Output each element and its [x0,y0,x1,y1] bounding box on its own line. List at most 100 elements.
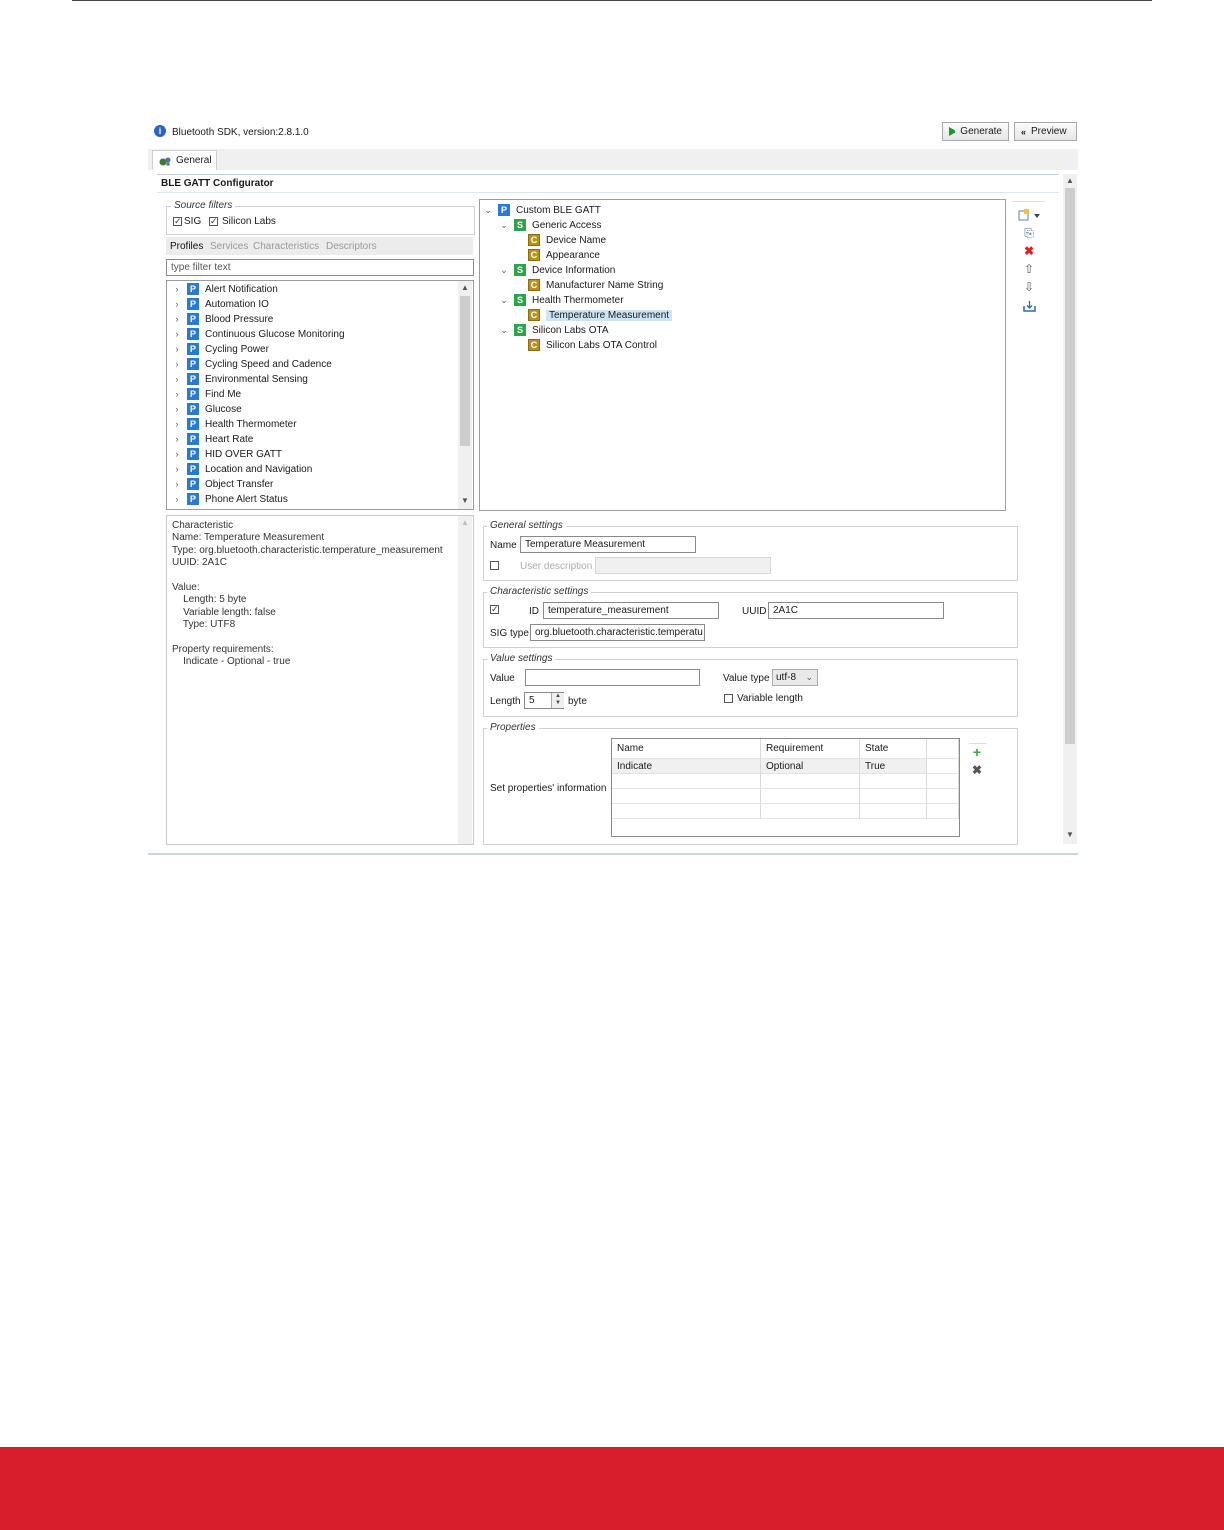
sig-filter[interactable]: ✓ SIG [173,216,201,227]
scroll-down-icon[interactable]: ▼ [1066,830,1074,839]
main-scrollbar[interactable]: ▲ ▼ [1063,174,1077,844]
profiles-scrollbar[interactable]: ▲ ▼ [458,281,472,509]
chevron-down-icon: ⌄ [500,219,508,230]
profile-list-item[interactable]: › P Health Thermometer [173,418,297,430]
copy-icon[interactable]: ⎘ [1022,226,1036,240]
tab-general[interactable]: General [152,150,217,170]
profile-list-item[interactable]: › P Object Transfer [173,478,273,490]
tree-service-item[interactable]: ⌄ S Device Information [500,264,615,276]
name-field[interactable]: Temperature Measurement [520,536,696,553]
id-field[interactable]: temperature_measurement [543,602,719,619]
sig-type-field[interactable]: org.bluetooth.characteristic.temperatu [530,624,705,641]
scroll-up-icon[interactable]: ▲ [1066,176,1074,185]
move-down-icon[interactable]: ⇩ [1022,280,1036,294]
profile-list-item[interactable]: › P Automation IO [173,298,269,310]
tab-characteristics[interactable]: Characteristics [253,241,319,252]
table-cell-requirement[interactable]: Optional [761,759,860,774]
chevron-down-icon: ⌄ [500,294,508,305]
gatt-root[interactable]: ⌄ P Custom BLE GATT [484,204,601,216]
profile-list-item[interactable]: › P Environmental Sensing [173,373,308,385]
profile-list-item[interactable]: › P Continuous Glucose Monitoring [173,328,345,340]
profile-icon: P [187,388,199,400]
tree-characteristic-item[interactable]: C Appearance [528,249,600,261]
add-item-button[interactable] [1018,208,1040,226]
sig-checkbox[interactable]: ✓ [173,217,182,226]
sdk-version-label: Bluetooth SDK, version:2.8.1.0 [172,127,309,138]
column-header-state[interactable]: State [860,739,927,759]
info-scroll-up-icon[interactable]: ▲ [461,518,469,527]
profile-label: Environmental Sensing [205,373,308,385]
profile-list-item[interactable]: › P Blood Pressure [173,313,273,325]
profile-list-item[interactable]: › P Cycling Power [173,343,269,355]
value-field[interactable] [525,669,700,686]
profiles-list: › P Alert Notification › P Automation IO › P Blo… [166,280,474,510]
profile-list-item[interactable]: › P Location and Navigation [173,463,312,475]
profile-label: Health Thermometer [205,418,297,430]
table-cell-state[interactable]: True [860,759,927,774]
table-cell-name[interactable]: Indicate [612,759,761,774]
tree-characteristic-item[interactable]: C Silicon Labs OTA Control [528,339,657,351]
user-description-checkbox[interactable] [490,561,499,570]
gatt-tree-panel: ⌄ P Custom BLE GATT ⌄ S Generic Access C Dev… [479,199,1006,511]
service-icon: S [514,264,526,276]
tab-profiles[interactable]: Profiles [170,241,203,252]
service-icon: S [514,294,526,306]
variable-length-checkbox[interactable] [724,694,733,703]
tree-item-label: Temperature Measurement [546,309,673,321]
import-button[interactable] [1023,299,1036,317]
tab-descriptors[interactable]: Descriptors [326,241,377,252]
tab-services[interactable]: Services [210,241,248,252]
tree-item-label: Appearance [546,249,600,261]
characteristic-icon: C [528,249,540,261]
profile-label: Continuous Glucose Monitoring [205,328,345,340]
silicon-labs-checkbox[interactable]: ✓ [209,217,218,226]
length-spinner[interactable]: 5 ▲ ▼ [524,692,564,709]
tree-characteristic-item[interactable]: C Device Name [528,234,606,246]
name-label: Name [490,540,517,551]
profile-list-item[interactable]: › P Cycling Speed and Cadence [173,358,332,370]
silicon-labs-filter[interactable]: ✓ Silicon Labs [209,216,276,227]
profile-list-item[interactable]: › P Glucose [173,403,242,415]
profile-label: Glucose [205,403,242,415]
tree-service-item[interactable]: ⌄ S Silicon Labs OTA [500,324,609,336]
profile-list-item[interactable]: › P Alert Notification [173,283,278,295]
uuid-field[interactable]: 2A1C [768,602,944,619]
delete-icon[interactable]: ✖ [1022,244,1036,258]
user-description-field[interactable] [595,557,771,574]
profile-icon: P [187,418,199,430]
tree-service-item[interactable]: ⌄ S Generic Access [500,219,601,231]
import-icon [1023,301,1036,312]
profile-list-item[interactable]: › P Find Me [173,388,241,400]
remove-property-icon[interactable]: ✖ [970,763,984,777]
double-chevron-left-icon: « [1021,126,1027,137]
profile-list-item[interactable]: › P Heart Rate [173,433,253,445]
profile-list-item[interactable]: › P Phone Alert Status [173,493,288,505]
user-description-label: User description [520,561,593,572]
tree-characteristic-item[interactable]: C Manufacturer Name String [528,279,663,291]
profiles-scrollbar-thumb[interactable] [460,296,470,446]
empty-cell [927,789,959,804]
characteristic-info-panel: Characteristic Name: Temperature Measurem… [166,515,474,845]
tree-service-item[interactable]: ⌄ S Health Thermometer [500,294,624,306]
profiles-scroll-up-icon[interactable]: ▲ [461,283,469,292]
add-property-icon[interactable]: + [970,744,984,760]
id-checkbox[interactable]: ✓ [490,605,499,614]
chevron-right-icon: › [175,419,179,429]
info-line [172,570,443,582]
profile-icon: P [498,204,510,216]
generate-button[interactable]: Generate [942,122,1009,141]
info-scrollbar[interactable]: ▲ [458,516,472,844]
main-scrollbar-thumb[interactable] [1065,188,1075,744]
column-header-requirement[interactable]: Requirement [761,739,860,759]
filter-input[interactable]: type filter text [166,259,474,276]
profile-label: Phone Alert Status [205,493,288,505]
profile-list-item[interactable]: › P HID OVER GATT [173,448,282,460]
length-stepper-arrows[interactable]: ▲ ▼ [551,693,564,708]
value-type-select[interactable]: utf-8 ⌄ [772,669,818,686]
variable-length-label: Variable length [737,693,803,704]
tree-characteristic-item[interactable]: C Temperature Measurement [528,309,673,321]
preview-button[interactable]: « Preview [1014,122,1077,141]
column-header-name[interactable]: Name [612,739,761,759]
move-up-icon[interactable]: ⇧ [1022,262,1036,276]
profiles-scroll-down-icon[interactable]: ▼ [461,496,469,505]
